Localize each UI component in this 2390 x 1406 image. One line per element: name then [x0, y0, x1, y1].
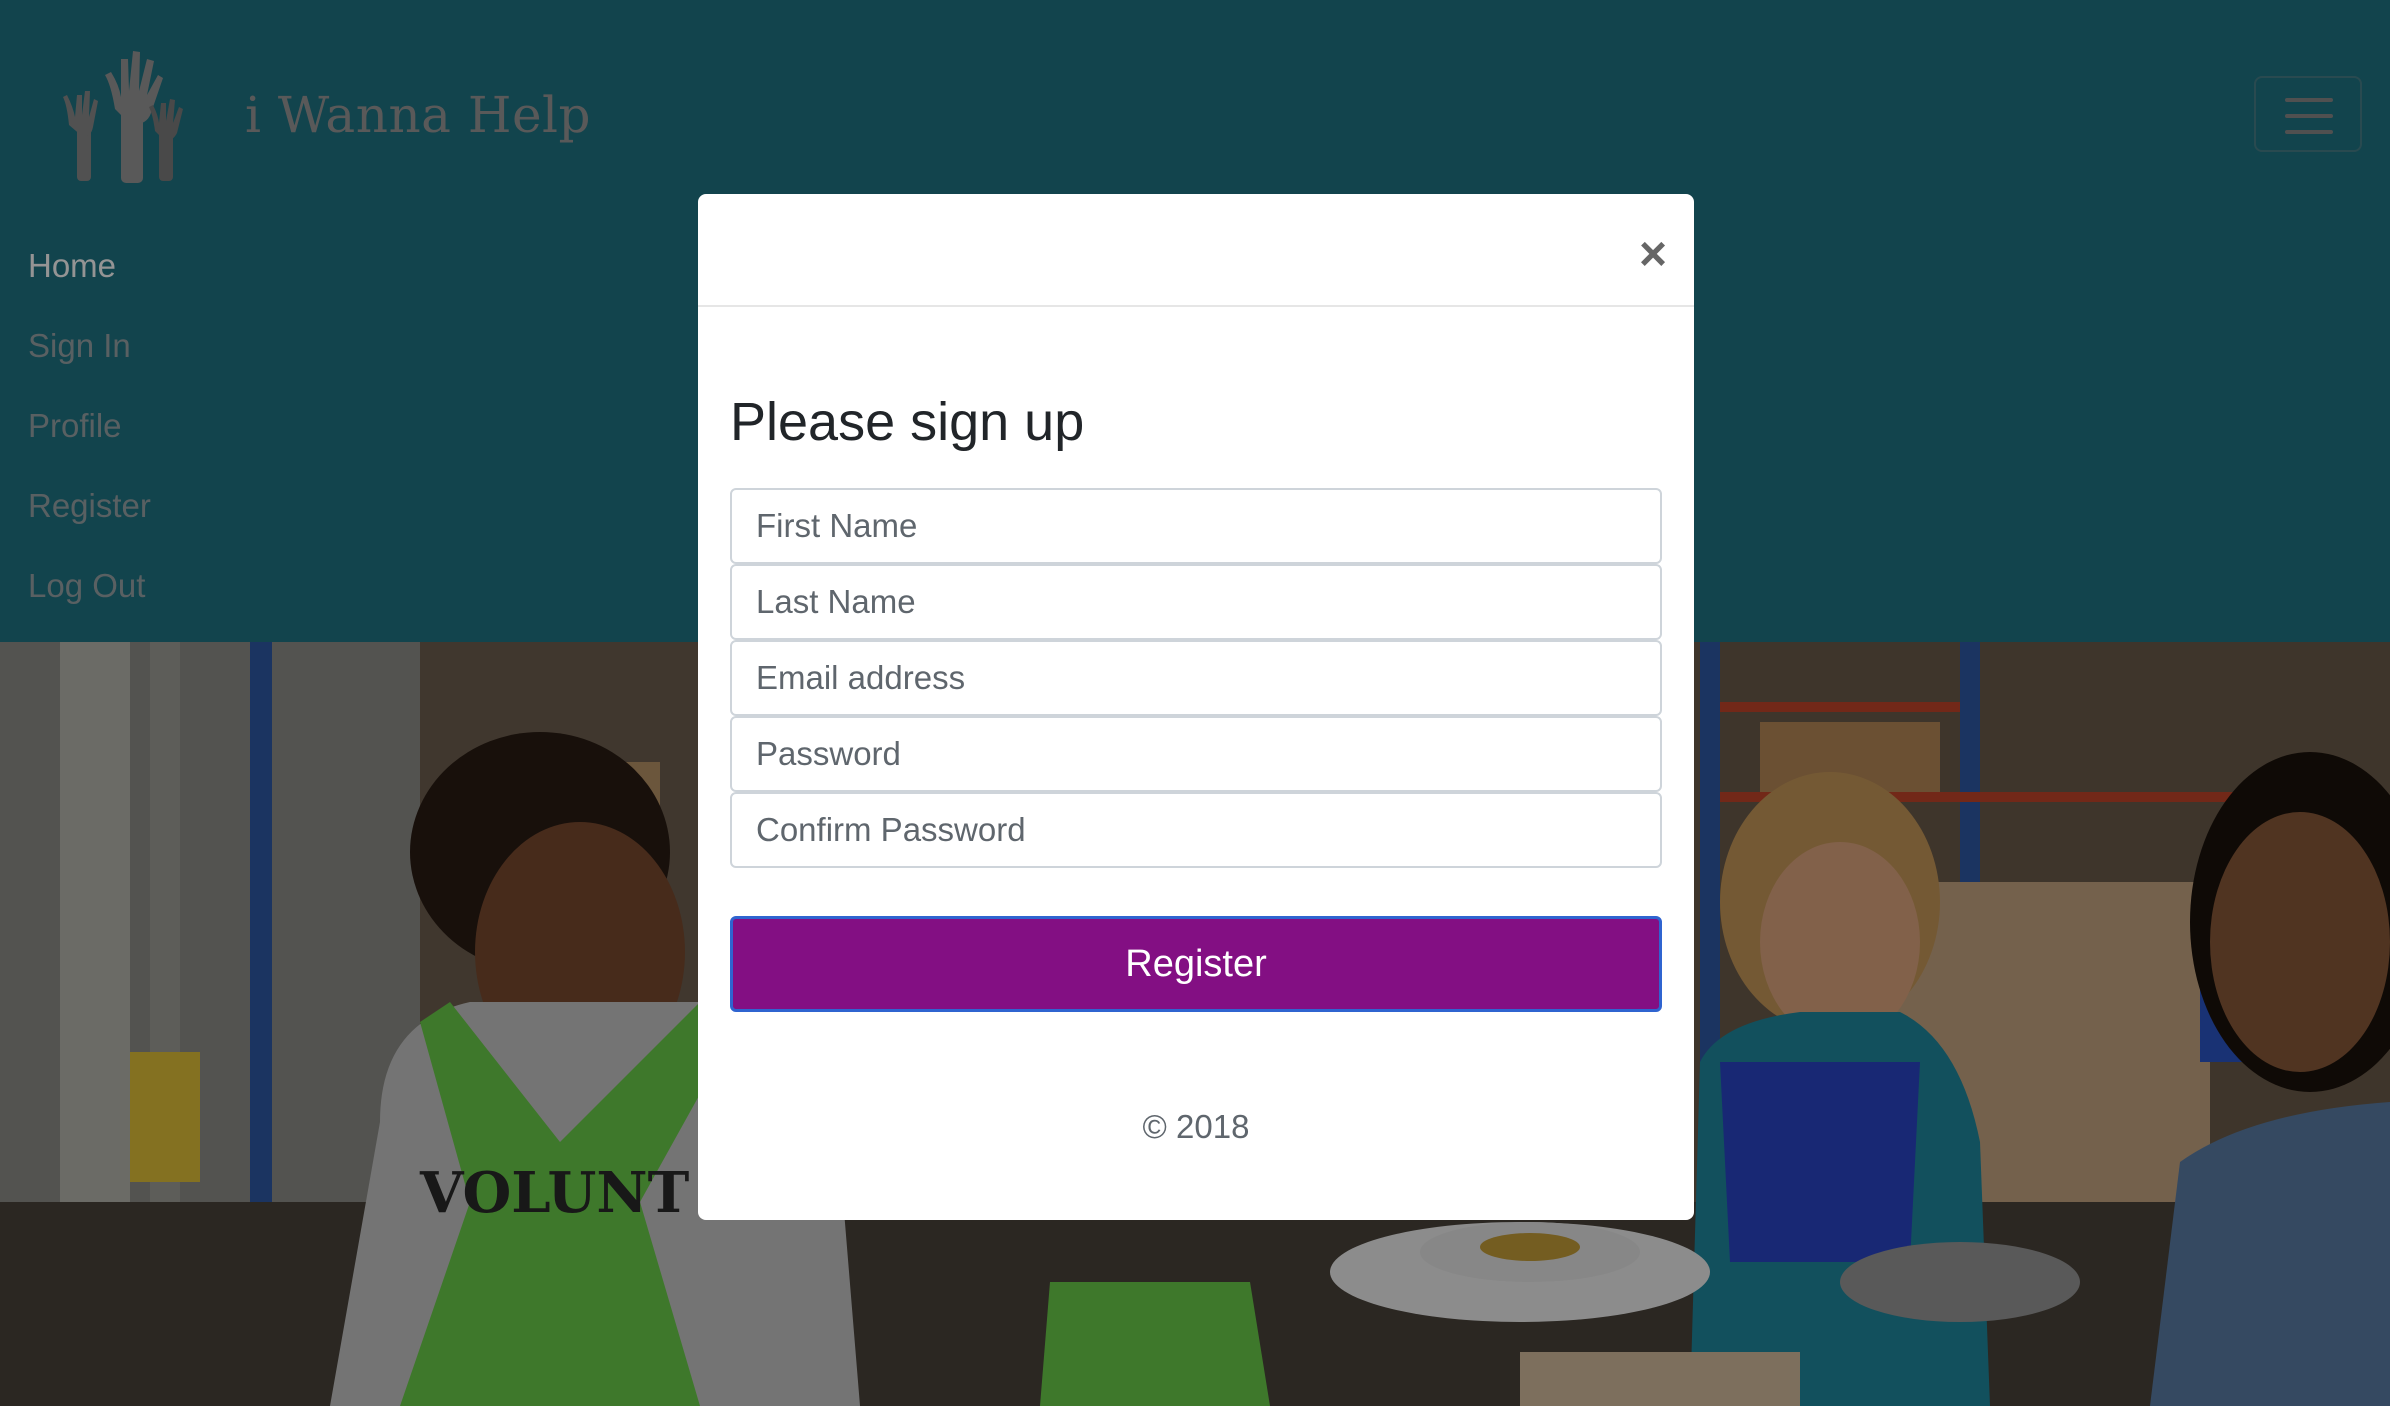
modal-header: ×	[698, 194, 1694, 307]
confirm-password-field[interactable]	[730, 792, 1662, 868]
copyright-text: © 2018	[1142, 1108, 1250, 1145]
modal-title: Please sign up	[730, 392, 1085, 452]
password-field[interactable]	[730, 716, 1662, 792]
signup-modal: × Please sign up Register © 2018	[698, 194, 1694, 1220]
first-name-field[interactable]	[730, 488, 1662, 564]
last-name-field[interactable]	[730, 564, 1662, 640]
page: i Wanna Help Home Sign In Profile Regist…	[0, 0, 2390, 1406]
email-field[interactable]	[730, 640, 1662, 716]
register-button[interactable]: Register	[730, 916, 1662, 1012]
close-icon[interactable]: ×	[1628, 230, 1678, 280]
